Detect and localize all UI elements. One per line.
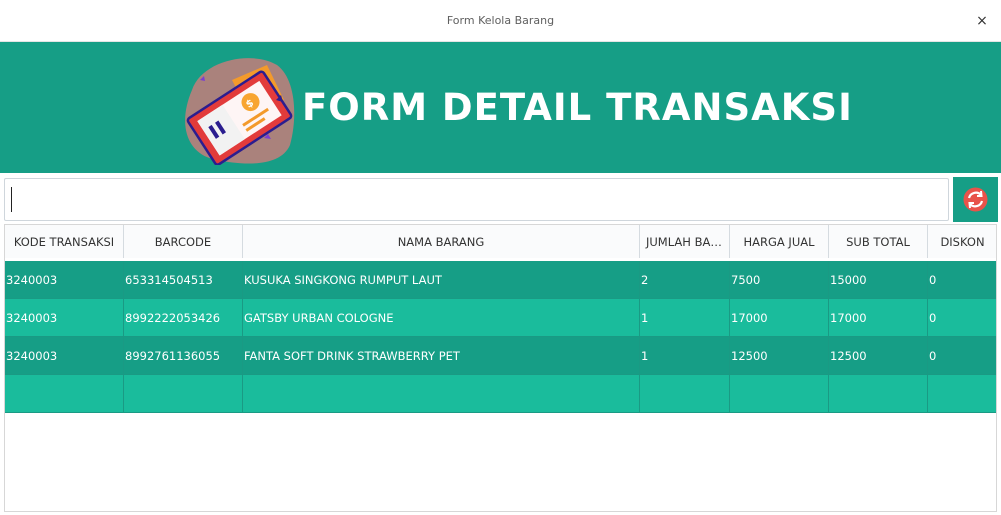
banner-title: FORM DETAIL TRANSAKSI	[302, 86, 853, 129]
cell-jumlah-barang[interactable]	[639, 374, 730, 413]
cell-nama-barang[interactable]: KUSUKA SINGKONG RUMPUT LAUT	[242, 259, 640, 299]
table-header-row: KODE TRANSAKSI BARCODE NAMA BARANG JUMLA…	[5, 225, 996, 261]
cell-nama-barang[interactable]	[242, 374, 640, 413]
text-cursor	[11, 187, 12, 212]
cell-harga-jual[interactable]: 12500	[729, 336, 829, 375]
cell-diskon[interactable]: 0	[927, 336, 996, 375]
column-header-kode-transaksi[interactable]: KODE TRANSAKSI	[5, 225, 124, 261]
coupon-ticket-logo-icon: $	[185, 58, 295, 165]
cell-jumlah-barang[interactable]: 1	[639, 336, 730, 375]
cell-harga-jual[interactable]: 7500	[729, 259, 829, 299]
cell-harga-jual[interactable]: 17000	[729, 298, 829, 337]
header-banner: $ FORM DETAIL TRANSAKSI	[0, 42, 1001, 173]
close-button[interactable]: ×	[973, 12, 991, 30]
cell-diskon[interactable]: 0	[927, 298, 996, 337]
cell-kode-transaksi[interactable]: 3240003	[5, 259, 124, 299]
table-row[interactable]	[5, 374, 996, 413]
search-input[interactable]	[4, 178, 949, 221]
cell-sub-total[interactable]: 17000	[828, 298, 928, 337]
column-header-harga-jual[interactable]: HARGA JUAL	[729, 225, 829, 261]
column-header-barcode[interactable]: BARCODE	[123, 225, 243, 261]
cell-sub-total[interactable]: 15000	[828, 259, 928, 299]
cell-diskon[interactable]	[927, 374, 996, 413]
cell-barcode[interactable]	[123, 374, 243, 413]
transaction-detail-table: KODE TRANSAKSI BARCODE NAMA BARANG JUMLA…	[4, 224, 997, 512]
cell-jumlah-barang[interactable]: 1	[639, 298, 730, 337]
column-header-diskon[interactable]: DISKON	[927, 225, 996, 261]
column-header-jumlah-barang[interactable]: JUMLAH BAR...	[639, 225, 730, 261]
table-row[interactable]: 3240003 653314504513 KUSUKA SINGKONG RUM…	[5, 259, 996, 299]
column-header-nama-barang[interactable]: NAMA BARANG	[242, 225, 640, 261]
cell-barcode[interactable]: 8992761136055	[123, 336, 243, 375]
cell-jumlah-barang[interactable]: 2	[639, 259, 730, 299]
cell-nama-barang[interactable]: FANTA SOFT DRINK STRAWBERRY PET	[242, 336, 640, 375]
column-header-sub-total[interactable]: SUB TOTAL	[828, 225, 928, 261]
cell-barcode[interactable]: 8992222053426	[123, 298, 243, 337]
cell-harga-jual[interactable]	[729, 374, 829, 413]
cell-sub-total[interactable]	[828, 374, 928, 413]
cell-nama-barang[interactable]: GATSBY URBAN COLOGNE	[242, 298, 640, 337]
table-row[interactable]: 3240003 8992761136055 FANTA SOFT DRINK S…	[5, 336, 996, 375]
cell-diskon[interactable]: 0	[927, 259, 996, 299]
window-title: Form Kelola Barang	[446, 14, 555, 27]
cell-kode-transaksi[interactable]	[5, 374, 124, 413]
cell-kode-transaksi[interactable]: 3240003	[5, 298, 124, 337]
cell-sub-total[interactable]: 12500	[828, 336, 928, 375]
refresh-button[interactable]	[953, 177, 998, 222]
cell-kode-transaksi[interactable]: 3240003	[5, 336, 124, 375]
table-row[interactable]: 3240003 8992222053426 GATSBY URBAN COLOG…	[5, 298, 996, 337]
window-titlebar: Form Kelola Barang ×	[0, 0, 1001, 42]
cell-barcode[interactable]: 653314504513	[123, 259, 243, 299]
refresh-icon	[963, 187, 988, 212]
